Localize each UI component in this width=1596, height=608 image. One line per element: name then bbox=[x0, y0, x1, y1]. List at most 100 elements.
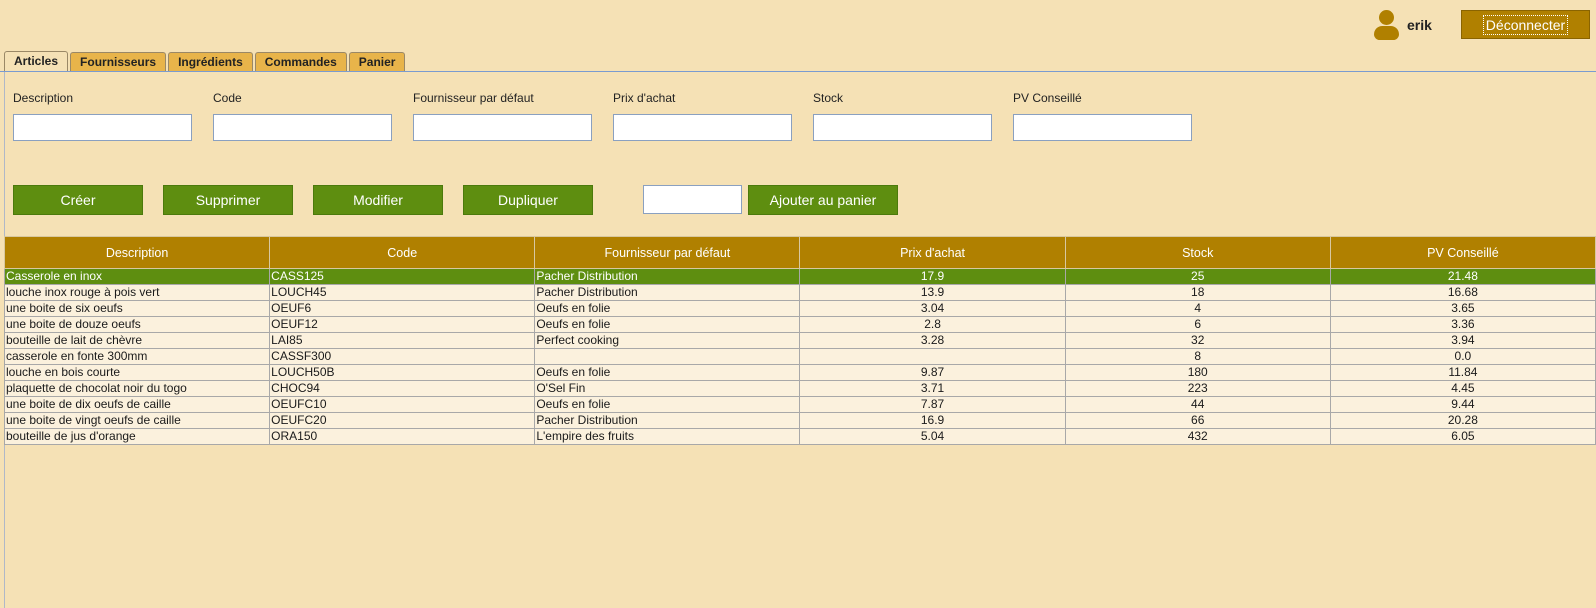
table-row[interactable]: bouteille de jus d'orange ORA150 L'empire … bbox=[3, 428, 1596, 445]
cell-fournisseur: Pacher Distribution bbox=[534, 268, 801, 285]
cell-pv-conseille: 11.84 bbox=[1329, 364, 1596, 381]
cell-code: OEUF6 bbox=[269, 300, 536, 317]
cell-prix-achat: 2.8 bbox=[799, 316, 1066, 333]
cell-fournisseur: Pacher Distribution bbox=[534, 284, 801, 301]
tab-divider bbox=[0, 71, 1596, 72]
cell-pv-conseille: 16.68 bbox=[1329, 284, 1596, 301]
tab-panier[interactable]: Panier bbox=[348, 52, 406, 71]
cell-code: CASSF300 bbox=[269, 348, 536, 365]
cell-code: LOUCH50B bbox=[269, 364, 536, 381]
username: erik bbox=[1407, 17, 1432, 33]
cell-prix-achat bbox=[799, 348, 1066, 365]
column-header-code[interactable]: Code bbox=[269, 236, 536, 269]
column-header-description[interactable]: Description bbox=[3, 236, 271, 269]
cell-description: casserole en fonte 300mm bbox=[3, 348, 271, 365]
cell-fournisseur: L'empire des fruits bbox=[534, 428, 801, 445]
pv-conseille-field[interactable] bbox=[1013, 114, 1192, 141]
cell-description: bouteille de jus d'orange bbox=[3, 428, 271, 445]
prix-achat-label: Prix d'achat bbox=[613, 91, 676, 105]
table-header-row: Description Code Fournisseur par défaut … bbox=[3, 236, 1596, 269]
cell-code: LOUCH45 bbox=[269, 284, 536, 301]
cell-prix-achat: 16.9 bbox=[799, 412, 1066, 429]
cell-stock: 25 bbox=[1064, 268, 1331, 285]
column-header-pv-conseille[interactable]: PV Conseillé bbox=[1329, 236, 1596, 269]
cell-prix-achat: 3.71 bbox=[799, 380, 1066, 397]
fournisseur-label: Fournisseur par défaut bbox=[413, 91, 534, 105]
cell-code: ORA150 bbox=[269, 428, 536, 445]
prix-achat-group: Prix d'achat bbox=[613, 91, 793, 141]
fournisseur-group: Fournisseur par défaut bbox=[413, 91, 593, 141]
description-group: Description bbox=[13, 91, 193, 141]
cell-fournisseur: Oeufs en folie bbox=[534, 396, 801, 413]
cell-stock: 66 bbox=[1064, 412, 1331, 429]
duplicate-button[interactable]: Dupliquer bbox=[463, 185, 593, 215]
stock-field[interactable] bbox=[813, 114, 992, 141]
logout-button[interactable]: Déconnecter bbox=[1461, 10, 1590, 39]
table-row[interactable]: casserole en fonte 300mm CASSF300 8 0.0 bbox=[3, 348, 1596, 365]
code-field[interactable] bbox=[213, 114, 392, 141]
table-row[interactable]: une boite de dix oeufs de caille OEUFC10 O… bbox=[3, 396, 1596, 413]
code-group: Code bbox=[213, 91, 393, 141]
table-body: Casserole en inox CASS125 Pacher Distribut… bbox=[3, 268, 1596, 445]
cell-pv-conseille: 20.28 bbox=[1329, 412, 1596, 429]
column-header-stock[interactable]: Stock bbox=[1064, 236, 1331, 269]
cell-pv-conseille: 3.65 bbox=[1329, 300, 1596, 317]
table-row[interactable]: Casserole en inox CASS125 Pacher Distribut… bbox=[3, 268, 1596, 285]
cell-fournisseur: Oeufs en folie bbox=[534, 300, 801, 317]
cell-stock: 18 bbox=[1064, 284, 1331, 301]
stock-group: Stock bbox=[813, 91, 993, 141]
cell-description: une boite de dix oeufs de caille bbox=[3, 396, 271, 413]
cell-prix-achat: 7.87 bbox=[799, 396, 1066, 413]
cell-code: CHOC94 bbox=[269, 380, 536, 397]
cell-pv-conseille: 9.44 bbox=[1329, 396, 1596, 413]
table-row[interactable]: une boite de vingt oeufs de caille OEUFC2… bbox=[3, 412, 1596, 429]
add-to-cart-button[interactable]: Ajouter au panier bbox=[748, 185, 898, 215]
cell-prix-achat: 9.87 bbox=[799, 364, 1066, 381]
fournisseur-field[interactable] bbox=[413, 114, 592, 141]
cell-pv-conseille: 3.94 bbox=[1329, 332, 1596, 349]
tab-articles[interactable]: Articles bbox=[4, 51, 69, 72]
cell-prix-achat: 13.9 bbox=[799, 284, 1066, 301]
code-label: Code bbox=[213, 91, 242, 105]
table-row[interactable]: bouteille de lait de chèvre LAI85 Perfect … bbox=[3, 332, 1596, 349]
column-header-prix-achat[interactable]: Prix d'achat bbox=[799, 236, 1066, 269]
description-field[interactable] bbox=[13, 114, 192, 141]
tab-ingredients[interactable]: Ingrédients bbox=[168, 52, 253, 71]
user-icon bbox=[1373, 9, 1399, 41]
table-row[interactable]: louche inox rouge à pois vert LOUCH45 Pach… bbox=[3, 284, 1596, 301]
articles-table: Description Code Fournisseur par défaut … bbox=[3, 236, 1596, 445]
tab-fournisseurs[interactable]: Fournisseurs bbox=[70, 52, 167, 71]
cell-prix-achat: 3.04 bbox=[799, 300, 1066, 317]
cell-description: plaquette de chocolat noir du togo bbox=[3, 380, 271, 397]
cell-description: louche en bois courte bbox=[3, 364, 271, 381]
stock-label: Stock bbox=[813, 91, 844, 105]
cell-code: OEUFC10 bbox=[269, 396, 536, 413]
user-info: erik bbox=[1373, 9, 1432, 41]
table-row[interactable]: une boite de douze oeufs OEUF12 Oeufs en f… bbox=[3, 316, 1596, 333]
cell-stock: 432 bbox=[1064, 428, 1331, 445]
cell-prix-achat: 5.04 bbox=[799, 428, 1066, 445]
cell-code: OEUFC20 bbox=[269, 412, 536, 429]
table-row[interactable]: plaquette de chocolat noir du togo CHOC94… bbox=[3, 380, 1596, 397]
logout-label: Déconnecter bbox=[1482, 14, 1569, 35]
cell-stock: 6 bbox=[1064, 316, 1331, 333]
cell-description: Casserole en inox bbox=[3, 268, 271, 285]
delete-button[interactable]: Supprimer bbox=[163, 185, 293, 215]
cell-pv-conseille: 3.36 bbox=[1329, 316, 1596, 333]
cell-pv-conseille: 6.05 bbox=[1329, 428, 1596, 445]
table-row[interactable]: une boite de six oeufs OEUF6 Oeufs en foli… bbox=[3, 300, 1596, 317]
cell-description: une boite de vingt oeufs de caille bbox=[3, 412, 271, 429]
pv-conseille-group: PV Conseillé bbox=[1013, 91, 1193, 141]
column-header-fournisseur[interactable]: Fournisseur par défaut bbox=[534, 236, 801, 269]
cell-fournisseur: Pacher Distribution bbox=[534, 412, 801, 429]
tab-commandes[interactable]: Commandes bbox=[254, 52, 347, 71]
pv-conseille-label: PV Conseillé bbox=[1013, 91, 1082, 105]
cell-fournisseur: O'Sel Fin bbox=[534, 380, 801, 397]
table-row[interactable]: louche en bois courte LOUCH50B Oeufs en fo… bbox=[3, 364, 1596, 381]
cell-stock: 180 bbox=[1064, 364, 1331, 381]
create-button[interactable]: Créer bbox=[13, 185, 143, 215]
modify-button[interactable]: Modifier bbox=[313, 185, 443, 215]
cell-fournisseur bbox=[534, 348, 801, 365]
quantity-input[interactable] bbox=[643, 185, 742, 214]
prix-achat-field[interactable] bbox=[613, 114, 792, 141]
